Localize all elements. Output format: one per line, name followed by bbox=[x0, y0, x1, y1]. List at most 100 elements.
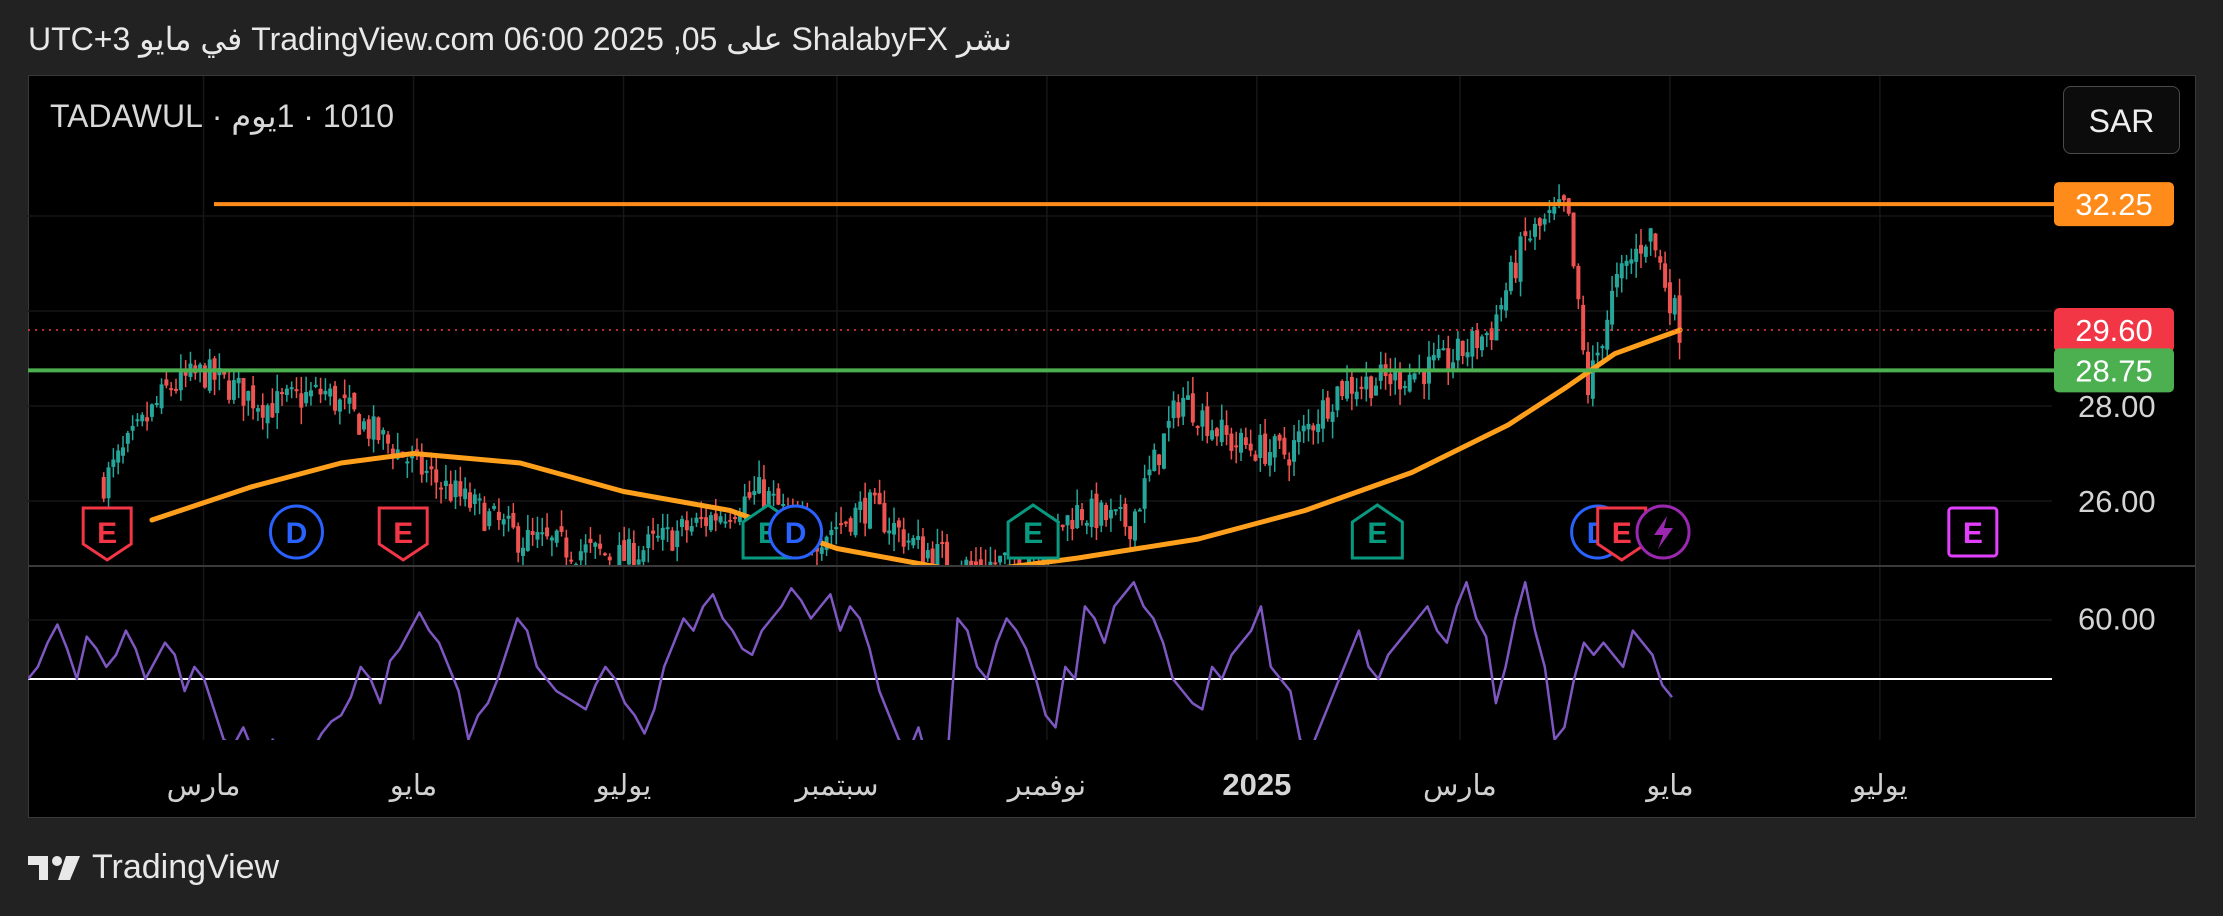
candle-body bbox=[675, 530, 680, 548]
candle-body bbox=[467, 492, 472, 508]
candle-body bbox=[1084, 522, 1089, 526]
event-marker-dividend[interactable]: D bbox=[768, 504, 824, 560]
rsi-axis-label: 60.00 bbox=[2078, 602, 2156, 637]
candle-body bbox=[121, 447, 126, 456]
tradingview-icon bbox=[28, 855, 80, 880]
candle-body bbox=[342, 394, 347, 399]
candle-body bbox=[154, 402, 159, 405]
candle-body bbox=[1234, 445, 1239, 448]
resistance-price-tag: 32.25 bbox=[2075, 187, 2153, 222]
candle-body bbox=[646, 534, 651, 549]
event-marker-split[interactable] bbox=[1635, 504, 1691, 560]
candle-body bbox=[1479, 336, 1484, 351]
candle-body bbox=[1532, 223, 1537, 237]
candle-body bbox=[443, 480, 448, 487]
candle-body bbox=[684, 520, 689, 531]
x-tick-label: 2025 bbox=[1222, 767, 1291, 802]
candle-body bbox=[1306, 423, 1311, 430]
candle-body bbox=[1142, 478, 1147, 509]
candle-body bbox=[424, 470, 429, 473]
candle-body bbox=[125, 432, 130, 444]
candle-body bbox=[159, 384, 164, 409]
candle-body bbox=[1595, 352, 1600, 356]
candle-body bbox=[501, 519, 506, 525]
candle-body bbox=[1619, 263, 1624, 279]
candle-body bbox=[1089, 498, 1094, 527]
candle-body bbox=[819, 547, 824, 554]
candle-body bbox=[699, 517, 704, 520]
event-marker-earnings-red[interactable]: E bbox=[81, 506, 133, 562]
event-letter: E bbox=[1963, 517, 1983, 550]
candle-body bbox=[1465, 352, 1470, 358]
candle-body bbox=[323, 390, 328, 395]
candle-body bbox=[1320, 400, 1325, 429]
candle-body bbox=[680, 518, 685, 527]
candle-body bbox=[1253, 454, 1258, 461]
candle-body bbox=[887, 530, 892, 534]
candle-body bbox=[1455, 338, 1460, 361]
event-marker-earnings-future[interactable]: E bbox=[1947, 506, 1999, 558]
candle-body bbox=[1296, 431, 1301, 443]
currency-button[interactable]: SAR bbox=[2063, 86, 2180, 154]
candle-body bbox=[588, 538, 593, 543]
candle-body bbox=[1157, 454, 1162, 466]
candle-body bbox=[718, 516, 723, 523]
candle-body bbox=[945, 541, 950, 565]
candle-body bbox=[839, 523, 844, 526]
candle-body bbox=[318, 388, 323, 395]
candle-body bbox=[940, 542, 945, 545]
event-marker-earnings-green[interactable]: E bbox=[1350, 503, 1404, 560]
candle-body bbox=[241, 378, 246, 406]
candle-body bbox=[747, 492, 752, 498]
event-marker-earnings-red[interactable]: E bbox=[377, 506, 429, 562]
candle-body bbox=[231, 380, 236, 400]
event-marker-earnings-green[interactable]: E bbox=[1006, 503, 1060, 560]
candle-body bbox=[1528, 238, 1533, 241]
candle-body bbox=[713, 513, 718, 521]
x-tick-label: مايو bbox=[1644, 770, 1693, 803]
candle-body bbox=[1161, 433, 1166, 469]
candle-body bbox=[1210, 430, 1215, 440]
symbol-label: 1010 · 1يوم · TADAWUL bbox=[50, 98, 394, 134]
candle-body bbox=[1113, 509, 1118, 512]
candle-body bbox=[1359, 386, 1364, 389]
candle-body bbox=[1484, 333, 1489, 336]
tradingview-logo[interactable]: TradingView bbox=[28, 848, 279, 887]
candle-body bbox=[1653, 233, 1658, 251]
candle-body bbox=[1099, 502, 1104, 526]
candle-body bbox=[906, 540, 911, 543]
candle-body bbox=[708, 515, 713, 531]
candle-body bbox=[1022, 570, 1026, 574]
candle-body bbox=[1547, 210, 1552, 213]
candle-body bbox=[1460, 340, 1465, 357]
candle-body bbox=[978, 559, 983, 565]
candle-body bbox=[1508, 262, 1513, 292]
candle-body bbox=[1605, 319, 1610, 350]
candle-body bbox=[955, 575, 959, 577]
candle-body bbox=[1147, 469, 1152, 476]
candle-body bbox=[280, 392, 285, 395]
candle-body bbox=[540, 532, 545, 535]
candle-body bbox=[1494, 314, 1499, 341]
candle-body bbox=[487, 511, 492, 527]
candle-body bbox=[1104, 505, 1109, 521]
candle-body bbox=[284, 388, 289, 396]
candle-body bbox=[516, 526, 521, 553]
candle-body bbox=[1267, 452, 1272, 466]
rsi-layer bbox=[28, 580, 2052, 740]
candle-body bbox=[1133, 511, 1138, 541]
candle-body bbox=[453, 480, 458, 498]
candle-body bbox=[752, 490, 757, 496]
candle-body bbox=[872, 492, 877, 496]
event-marker-dividend[interactable]: D bbox=[268, 504, 324, 560]
candle-body bbox=[511, 513, 516, 528]
event-letter: D bbox=[785, 517, 807, 550]
chart-canvas[interactable]: EDEEDEEDEE مارسمايويوليوسبتمبرنوفمبر2025… bbox=[0, 0, 2223, 916]
candle-body bbox=[164, 379, 169, 386]
candle-body bbox=[289, 387, 294, 390]
candle-body bbox=[742, 496, 747, 515]
candle-body bbox=[593, 542, 598, 547]
candle-body bbox=[911, 538, 916, 546]
candles-layer bbox=[101, 184, 1682, 577]
candle-body bbox=[1667, 282, 1672, 314]
